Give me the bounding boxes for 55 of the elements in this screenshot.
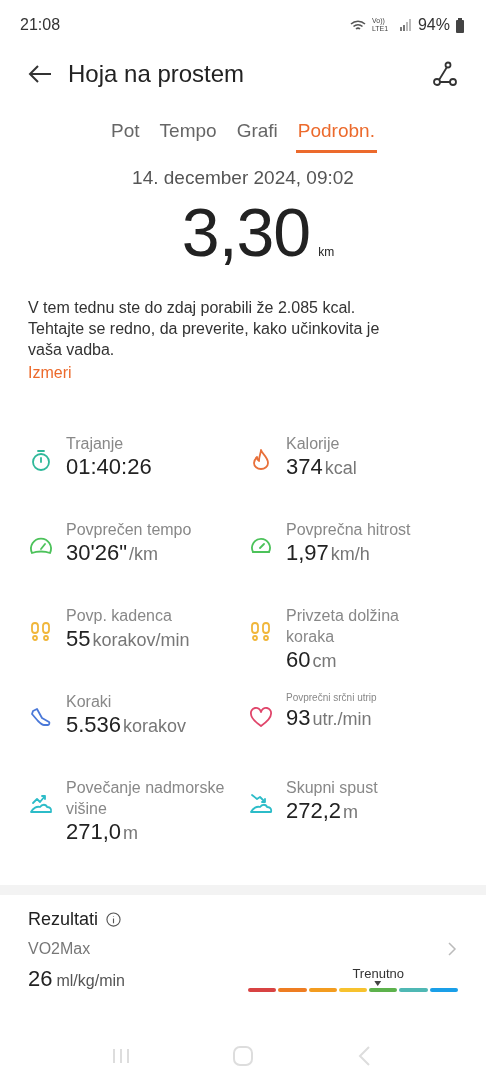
back-arrow-icon[interactable] bbox=[28, 64, 52, 84]
metric-label: Skupni spust bbox=[286, 778, 378, 798]
metric-label: Povečanje nadmorske višine bbox=[66, 778, 226, 819]
vo2max-label: VO2Max bbox=[28, 940, 91, 958]
metric-value: 1,97 bbox=[286, 540, 329, 566]
metric-label: Povprečen tempo bbox=[66, 520, 192, 540]
metric-unit: utr./min bbox=[312, 709, 372, 730]
chevron-right-icon[interactable] bbox=[446, 941, 458, 957]
info-icon[interactable] bbox=[106, 912, 122, 927]
wifi-icon bbox=[349, 18, 366, 32]
metric-value: 55 bbox=[66, 626, 91, 652]
workout-date: 14. december 2024, 09:02 bbox=[131, 167, 355, 189]
tab[interactable]: Tempo bbox=[157, 116, 219, 153]
distance-unit: km bbox=[318, 245, 335, 259]
battery-percent: 94% bbox=[417, 16, 450, 34]
home-icon[interactable] bbox=[231, 1044, 255, 1068]
metric-unit: km/h bbox=[330, 544, 370, 565]
marker-label: Trenutno bbox=[352, 966, 404, 981]
metric-value: 5.536 bbox=[66, 712, 122, 738]
tab[interactable]: Pot bbox=[109, 116, 142, 153]
measure-link[interactable]: Izmeri bbox=[28, 362, 72, 383]
metric-unit: cm bbox=[312, 651, 337, 672]
metric-unit: m bbox=[123, 823, 139, 844]
marker-triangle-icon bbox=[374, 981, 382, 986]
metric-value: 60 bbox=[286, 647, 311, 673]
section-title: Rezultati bbox=[28, 909, 99, 930]
vo2max-unit: ml/kg/min bbox=[56, 972, 125, 989]
metric-label: Povprečna hitrost bbox=[286, 520, 411, 540]
metric-label: Povp. kadenca bbox=[66, 606, 173, 626]
signal-icon bbox=[399, 19, 412, 31]
metric-value: 30'26" bbox=[66, 540, 127, 566]
metric-label: Privzeta dolžina koraka bbox=[286, 606, 400, 647]
battery-icon bbox=[456, 17, 464, 33]
metric-unit: kcal bbox=[324, 458, 357, 479]
metric-label: Koraki bbox=[66, 692, 113, 712]
metric-unit: korakov bbox=[123, 716, 187, 737]
tab[interactable]: Podrobn. bbox=[295, 116, 377, 153]
metric-unit: /km bbox=[128, 544, 158, 565]
metric-unit: m bbox=[343, 802, 359, 823]
metric-value: 272,2 bbox=[286, 798, 342, 824]
metric-label: Kalorije bbox=[286, 434, 341, 454]
metric-value: 01:40:26 bbox=[66, 454, 152, 480]
page-title: Hoja na prostem bbox=[68, 60, 246, 88]
metric-value: 271,0 bbox=[66, 819, 122, 845]
metric-unit: korakov/min bbox=[92, 630, 190, 651]
status-time: 21:08 bbox=[20, 16, 61, 34]
route-icon[interactable] bbox=[432, 61, 458, 87]
metric-value: 374 bbox=[286, 454, 323, 480]
vo2max-value: 26 bbox=[28, 966, 53, 991]
metric-value: 93 bbox=[286, 705, 311, 731]
calorie-note: V tem tednu ste do zdaj porabili že 2.085 kcal. Tehtajte se redno, da preverite, kako učinkovita je vaša vadba. bbox=[28, 298, 381, 360]
tab[interactable]: Grafi bbox=[234, 116, 280, 153]
metric-label: Povprečni srčni utrip bbox=[286, 691, 377, 705]
distance-value: 3,30 bbox=[181, 193, 311, 271]
metric-label: Trajanje bbox=[66, 434, 125, 454]
